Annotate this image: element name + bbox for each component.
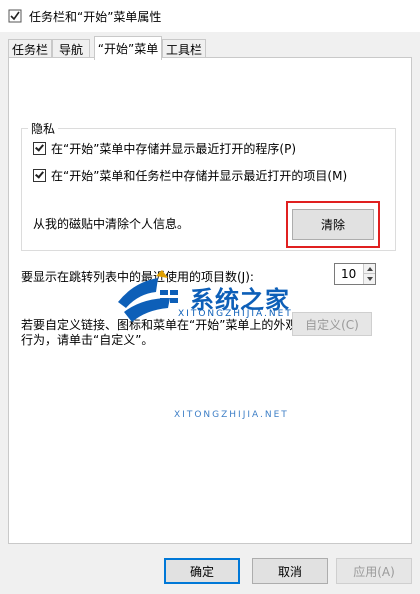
recent-items-checkbox[interactable]: [33, 169, 46, 182]
properties-window: 任务栏和“开始”菜单属性 任务栏 导航 “开始”菜单 工具栏 隐私 在“开始”菜…: [0, 0, 420, 594]
arrow-up-icon: [366, 266, 373, 271]
tab-taskbar-label: 任务栏: [11, 43, 48, 57]
jumplist-count-label: 要显示在跳转列表中的最近使用的项目数(J):: [21, 270, 254, 284]
customize-button[interactable]: 自定义(C): [292, 312, 372, 336]
recent-programs-checkbox[interactable]: [33, 142, 46, 155]
checklist-icon: [8, 9, 22, 23]
tab-navigation-label: 导航: [58, 43, 83, 57]
cancel-button[interactable]: 取消: [252, 558, 328, 584]
recent-items-label: 在“开始”菜单和任务栏中存储并显示最近打开的项目(M): [51, 169, 348, 183]
spinner-down-button[interactable]: [364, 274, 375, 284]
privacy-group-label: 隐私: [28, 120, 59, 137]
title-bar[interactable]: 任务栏和“开始”菜单属性: [0, 0, 420, 32]
recent-items-checkbox-row[interactable]: 在“开始”菜单和任务栏中存储并显示最近打开的项目(M): [33, 167, 347, 184]
spinner-buttons: [363, 264, 375, 284]
checkmark-icon: [35, 142, 44, 152]
jumplist-count-value[interactable]: 10: [341, 267, 356, 281]
tab-taskbar[interactable]: 任务栏: [8, 39, 52, 59]
checkmark-icon: [35, 169, 44, 179]
recent-programs-checkbox-row[interactable]: 在“开始”菜单中存储并显示最近打开的程序(P): [33, 140, 296, 157]
spinner-up-button[interactable]: [364, 264, 375, 274]
recent-programs-label: 在“开始”菜单中存储并显示最近打开的程序(P): [51, 142, 297, 156]
ok-button[interactable]: 确定: [164, 558, 240, 584]
apply-button[interactable]: 应用(A): [336, 558, 412, 584]
customize-text-line2: 行为，请单击“自定义”。: [21, 333, 154, 347]
tab-start-menu[interactable]: “开始”菜单: [94, 36, 162, 60]
tab-navigation[interactable]: 导航: [52, 39, 90, 59]
clear-info-text: 从我的磁贴中清除个人信息。: [33, 217, 190, 231]
clear-button[interactable]: 清除: [292, 209, 374, 240]
tab-toolbars-label: 工具栏: [165, 43, 202, 57]
tab-start-menu-label: “开始”菜单: [97, 42, 159, 56]
window-title: 任务栏和“开始”菜单属性: [29, 9, 162, 24]
arrow-down-icon: [366, 277, 373, 281]
jumplist-count-spinner[interactable]: 10: [334, 263, 376, 285]
tab-toolbars[interactable]: 工具栏: [162, 39, 206, 59]
